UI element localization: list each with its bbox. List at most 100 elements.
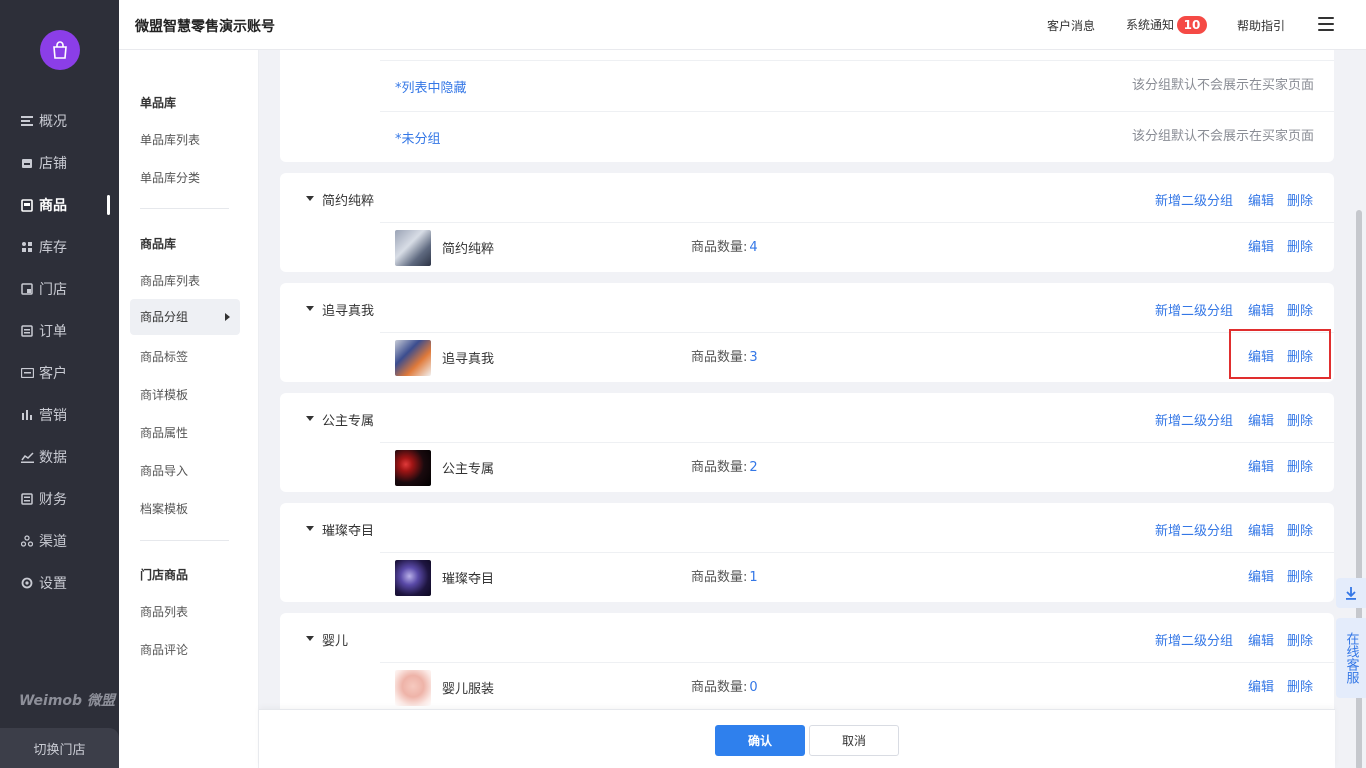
product-count: 商品数量: 4: [691, 236, 758, 255]
subnav-item-product-import[interactable]: 商品导入: [140, 462, 188, 479]
nav-label: 概况: [39, 114, 67, 130]
add-subgroup-button[interactable]: 新增二级分组: [1155, 190, 1233, 209]
caret-down-icon[interactable]: [306, 196, 314, 201]
caret-down-icon[interactable]: [306, 306, 314, 311]
subnav-item-product-attribute[interactable]: 商品属性: [140, 424, 188, 441]
nav-label: 商品: [39, 198, 67, 214]
edit-group-button[interactable]: 编辑: [1248, 300, 1274, 319]
nav-item-settings[interactable]: 设置: [0, 562, 119, 604]
subnav-item-archive-template[interactable]: 档案模板: [140, 500, 188, 517]
product-count-value[interactable]: 4: [749, 240, 757, 255]
subnav-item-single-library-list[interactable]: 单品库列表: [140, 131, 200, 148]
cancel-button[interactable]: 取消: [809, 725, 899, 756]
subnav-item-single-library-category[interactable]: 单品库分类: [140, 169, 200, 186]
nav-item-data[interactable]: 数据: [0, 436, 119, 478]
product-count-value[interactable]: 2: [749, 460, 757, 475]
main-nav: 概况 店铺 商品 库存 门店 订单 客户 营销 数据 财务 渠道 设置: [0, 100, 119, 604]
nav-label: 库存: [39, 240, 67, 256]
nav-label: 数据: [39, 450, 67, 466]
subnav-item-detail-template[interactable]: 商详模板: [140, 386, 188, 403]
edit-subgroup-button[interactable]: 编辑: [1248, 566, 1274, 585]
delete-group-button[interactable]: 删除: [1287, 300, 1313, 319]
nav-item-store[interactable]: 店铺: [0, 142, 119, 184]
product-count-value[interactable]: 3: [749, 350, 757, 365]
delete-group-button[interactable]: 删除: [1287, 630, 1313, 649]
delete-subgroup-button[interactable]: 删除: [1287, 676, 1313, 695]
edit-group-button[interactable]: 编辑: [1248, 520, 1274, 539]
product-count-value[interactable]: 1: [749, 570, 757, 585]
notice-count-badge: 10: [1177, 16, 1208, 34]
nav-item-marketing[interactable]: 营销: [0, 394, 119, 436]
marketing-icon: [20, 408, 34, 422]
hamburger-menu-icon[interactable]: [1318, 17, 1334, 31]
group-card: 简约纯粹 新增二级分组 编辑 删除 简约纯粹 商品数量: 4 编辑 删除: [280, 173, 1334, 272]
add-subgroup-button[interactable]: 新增二级分组: [1155, 520, 1233, 539]
special-group-name[interactable]: *未分组: [395, 128, 441, 147]
product-thumbnail: [395, 340, 431, 376]
subnav-divider: [140, 208, 229, 209]
special-group-desc: 该分组默认不会展示在买家页面: [1131, 78, 1314, 93]
group-name: 公主专属: [322, 414, 375, 429]
add-subgroup-button[interactable]: 新增二级分组: [1155, 300, 1233, 319]
caret-down-icon[interactable]: [306, 416, 314, 421]
subnav-item-product-group[interactable]: 商品分组: [130, 299, 240, 335]
edit-group-button[interactable]: 编辑: [1248, 190, 1274, 209]
chart-icon: [20, 450, 34, 464]
nav-item-order[interactable]: 订单: [0, 310, 119, 352]
row-divider: [380, 552, 1334, 553]
nav-item-inventory[interactable]: 库存: [0, 226, 119, 268]
product-thumbnail: [395, 670, 431, 706]
subgroup-name: 简约纯粹: [442, 242, 495, 257]
product-count-value[interactable]: 0: [749, 680, 757, 695]
product-subnav: 单品库 单品库列表 单品库分类 商品库 商品库列表 商品分组 商品标签 商详模板…: [119, 50, 259, 768]
store-icon: [20, 156, 34, 170]
subgroup-name: 公主专属: [442, 462, 495, 477]
add-subgroup-button[interactable]: 新增二级分组: [1155, 630, 1233, 649]
add-subgroup-button[interactable]: 新增二级分组: [1155, 410, 1233, 429]
special-group-desc: 该分组默认不会展示在买家页面: [1131, 129, 1314, 144]
finance-icon: [20, 492, 34, 506]
product-thumbnail: [395, 450, 431, 486]
main-content: *列表中隐藏 该分组默认不会展示在买家页面 *未分组 该分组默认不会展示在买家页…: [259, 50, 1350, 768]
product-count: 商品数量: 0: [691, 676, 758, 695]
delete-subgroup-button[interactable]: 删除: [1287, 566, 1313, 585]
caret-down-icon[interactable]: [306, 526, 314, 531]
nav-item-channel[interactable]: 渠道: [0, 520, 119, 562]
subnav-item-product-review[interactable]: 商品评论: [140, 641, 188, 658]
edit-subgroup-button[interactable]: 编辑: [1248, 676, 1274, 695]
download-button[interactable]: [1336, 578, 1366, 608]
confirm-button[interactable]: 确认: [715, 725, 805, 756]
system-notice-label: 系统通知: [1126, 18, 1175, 32]
subnav-item-product-tag[interactable]: 商品标签: [140, 348, 188, 365]
special-group-name[interactable]: *列表中隐藏: [395, 77, 467, 96]
delete-subgroup-button[interactable]: 删除: [1287, 456, 1313, 475]
main-sidebar: 概况 店铺 商品 库存 门店 订单 客户 营销 数据 财务 渠道 设置 Weim…: [0, 0, 119, 768]
delete-group-button[interactable]: 删除: [1287, 410, 1313, 429]
nav-label: 订单: [39, 324, 67, 340]
subnav-item-product-list[interactable]: 商品列表: [140, 603, 188, 620]
edit-subgroup-button[interactable]: 编辑: [1248, 236, 1274, 255]
help-guide-link[interactable]: 帮助指引: [1237, 17, 1285, 34]
edit-group-button[interactable]: 编辑: [1248, 630, 1274, 649]
online-service-button[interactable]: 在线客服: [1336, 618, 1366, 698]
app-logo[interactable]: [40, 30, 80, 70]
delete-subgroup-button[interactable]: 删除: [1287, 236, 1313, 255]
delete-group-button[interactable]: 删除: [1287, 190, 1313, 209]
nav-item-product[interactable]: 商品: [0, 184, 119, 226]
system-notice-link[interactable]: 系统通知 10: [1126, 16, 1208, 34]
row-divider: [380, 662, 1334, 663]
delete-group-button[interactable]: 删除: [1287, 520, 1313, 539]
switch-store-button[interactable]: 切换门店: [0, 728, 119, 768]
edit-group-button[interactable]: 编辑: [1248, 410, 1274, 429]
nav-item-finance[interactable]: 财务: [0, 478, 119, 520]
customer-message-link[interactable]: 客户消息: [1047, 17, 1095, 34]
subgroup-name: 追寻真我: [442, 352, 495, 367]
subnav-item-product-library-list[interactable]: 商品库列表: [140, 272, 200, 289]
edit-subgroup-button[interactable]: 编辑: [1248, 456, 1274, 475]
nav-label: 财务: [39, 492, 67, 508]
subnav-group-single-library: 单品库: [140, 96, 177, 110]
nav-item-customer[interactable]: 客户: [0, 352, 119, 394]
caret-down-icon[interactable]: [306, 636, 314, 641]
nav-item-shop[interactable]: 门店: [0, 268, 119, 310]
nav-item-overview[interactable]: 概况: [0, 100, 119, 142]
